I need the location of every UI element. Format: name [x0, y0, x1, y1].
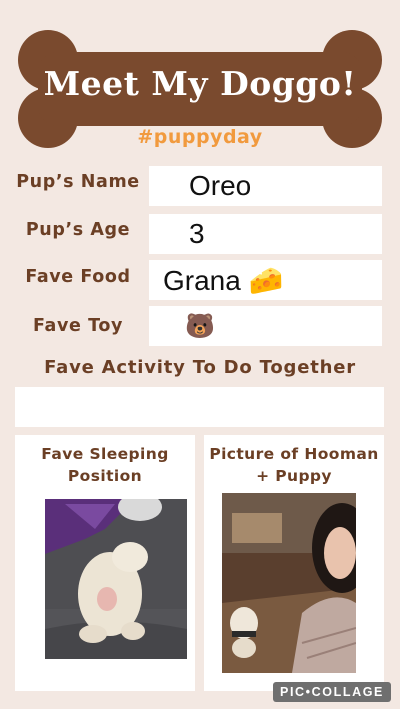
activity-field[interactable]	[15, 387, 384, 427]
sleeping-title-text: Fave Sleeping Position	[41, 445, 169, 485]
page-title: Meet My Doggo!	[43, 64, 357, 103]
hooman-card: Picture of Hooman + Puppy	[204, 435, 384, 691]
food-field[interactable]: Grana 🧀	[149, 260, 382, 300]
age-field[interactable]: 3	[149, 214, 382, 254]
sleeping-card-title: Fave Sleeping Position	[15, 443, 195, 487]
hooman-card-title: Picture of Hooman + Puppy	[204, 443, 384, 487]
sleeping-card: Fave Sleeping Position	[15, 435, 195, 691]
age-label: Pup’s Age	[25, 220, 131, 240]
hooman-title-text: Picture of Hooman + Puppy	[209, 445, 379, 485]
name-field[interactable]: Oreo	[149, 166, 382, 206]
name-label: Pup’s Name	[16, 172, 140, 192]
activity-label: Fave Activity To Do Together	[44, 357, 356, 378]
sleeping-photo	[45, 499, 187, 659]
watermark: PIC•COLLAGE	[273, 682, 391, 702]
toy-label: Fave Toy	[33, 316, 123, 336]
food-label: Fave Food	[25, 267, 131, 287]
hashtag: #puppyday	[137, 126, 263, 148]
toy-field[interactable]: 🐻	[149, 306, 382, 346]
hooman-photo	[222, 493, 356, 673]
